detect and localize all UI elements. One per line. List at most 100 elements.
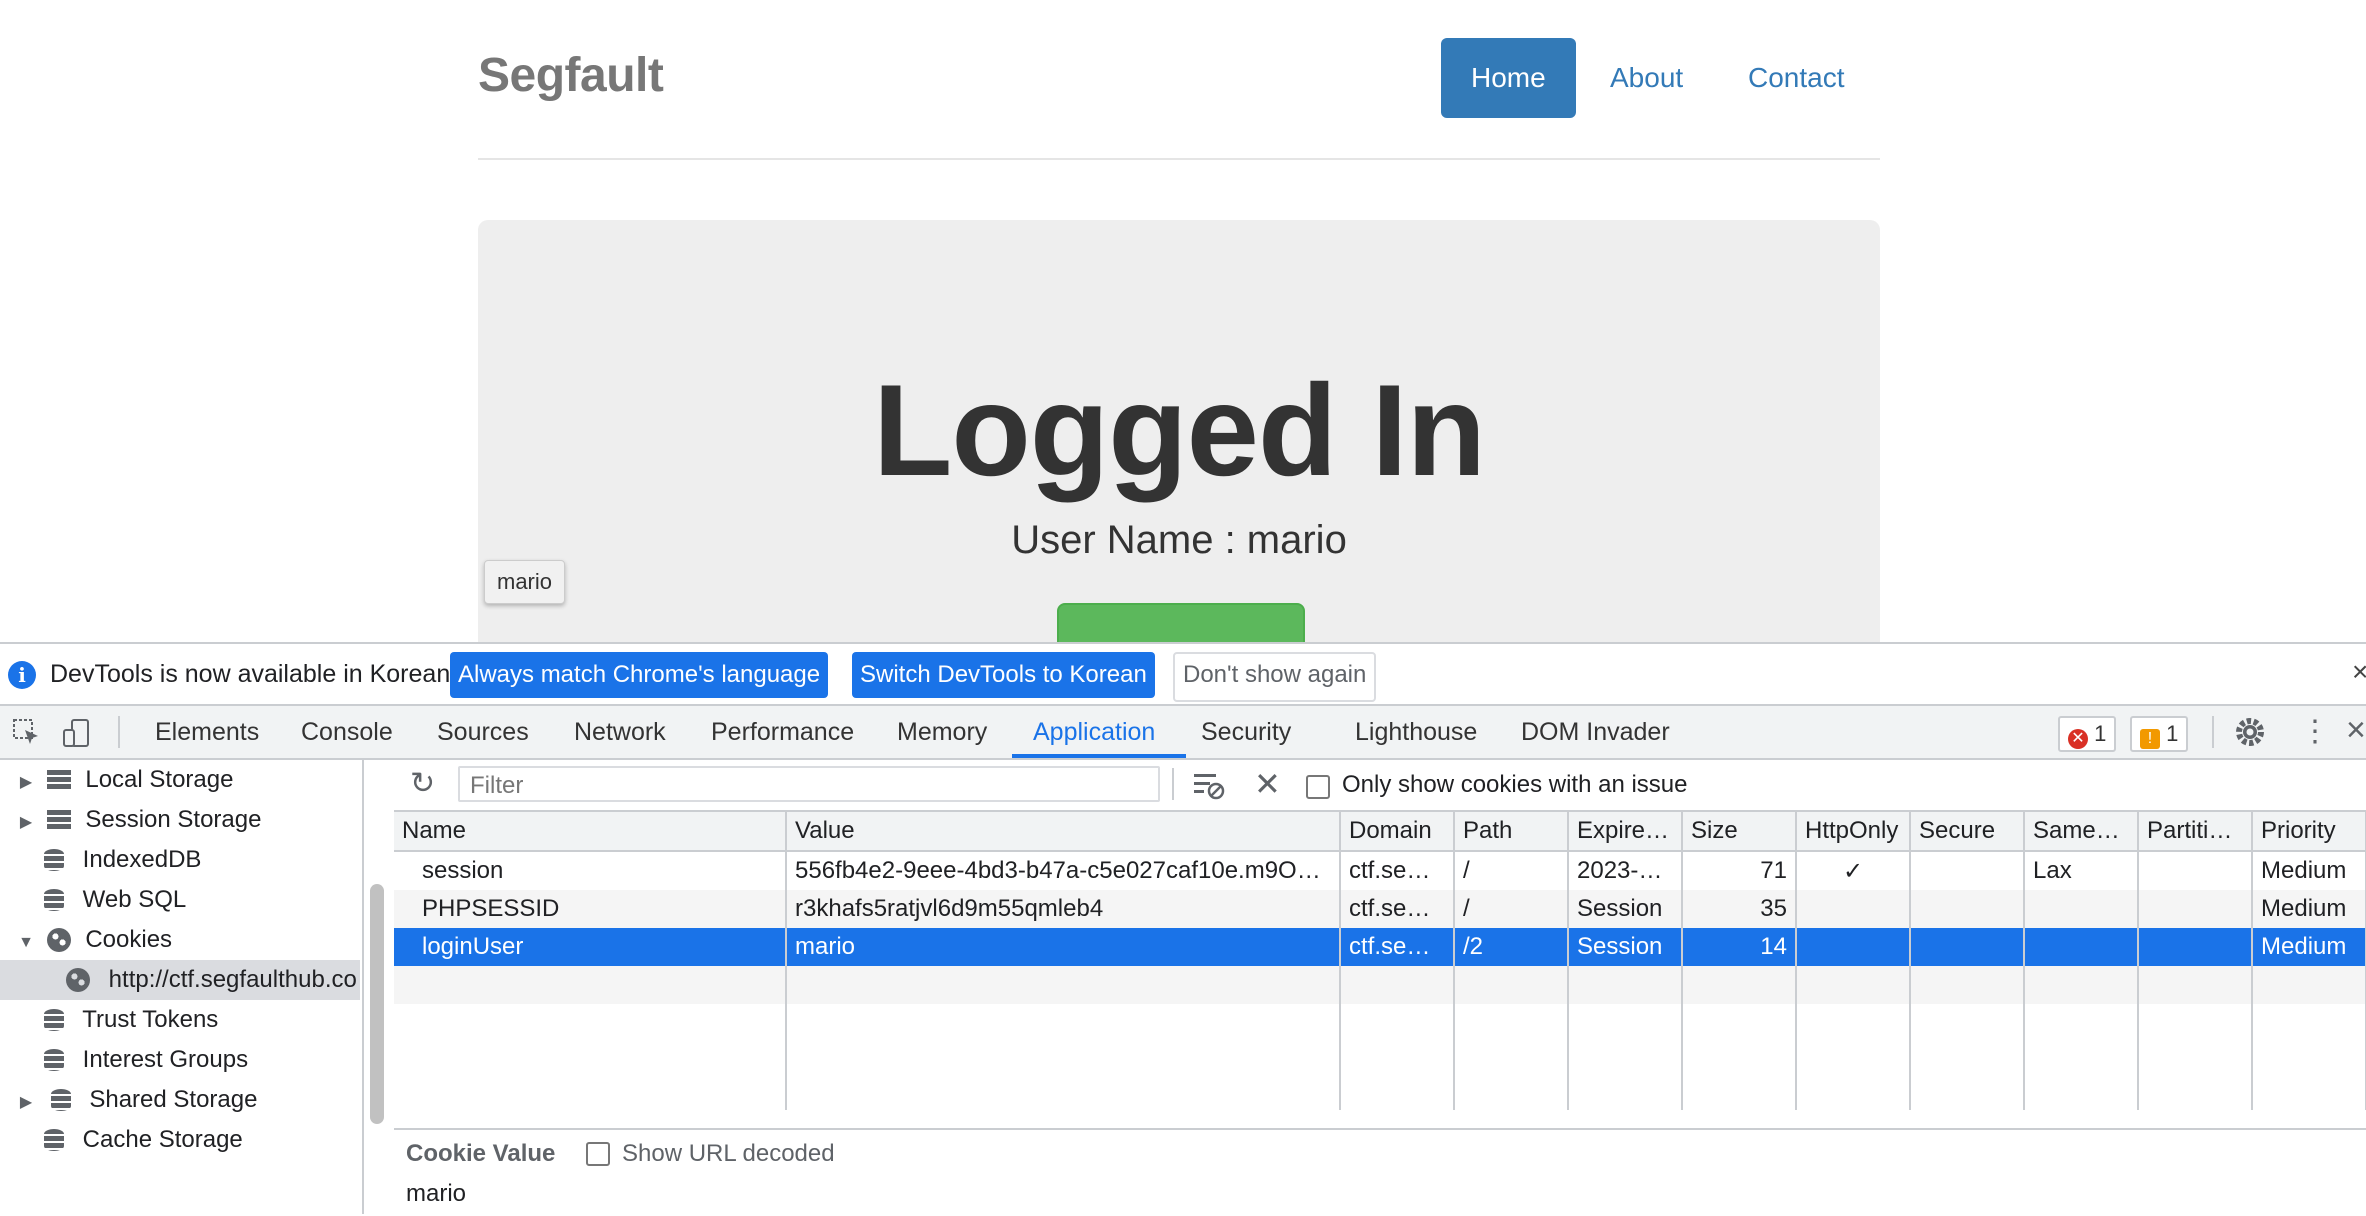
table-cell: [1910, 928, 2025, 966]
table-cell: [1454, 1004, 1569, 1110]
device-toolbar-icon[interactable]: [62, 718, 92, 748]
tab-sources[interactable]: Sources: [437, 706, 529, 758]
table-cell: [1568, 966, 1683, 1004]
sidebar-item-cache-storage[interactable]: Cache Storage: [0, 1120, 360, 1160]
sidebar-item-web-sql[interactable]: Web SQL: [0, 880, 360, 920]
sidebar-item-cookie-origin[interactable]: http://ctf.segfaulthub.co: [0, 960, 360, 1000]
sidebar-item-local-storage[interactable]: ▶ Local Storage: [0, 760, 360, 800]
table-row[interactable]: PHPSESSID r3khafs5ratjvl6d9m55qmleb4 ctf…: [394, 890, 2366, 928]
column-header[interactable]: Size: [1682, 812, 1797, 852]
table-cell: 71: [1682, 851, 1797, 890]
only-issues-checkbox[interactable]: [1306, 775, 1330, 799]
column-header[interactable]: Expire…: [1568, 812, 1683, 852]
column-header[interactable]: Name: [394, 812, 787, 852]
table-cell: Medium: [2252, 928, 2366, 966]
sidebar-item-label: Session Storage: [85, 806, 262, 833]
header-divider: [478, 158, 1880, 160]
nav-about[interactable]: About: [1580, 38, 1713, 118]
sidebar-item-cookies[interactable]: ▼ Cookies: [0, 920, 360, 960]
sidebar-item-label: Local Storage: [85, 766, 234, 793]
expand-arrow-icon[interactable]: ▶: [16, 1083, 36, 1123]
show-url-decoded-checkbox[interactable]: [586, 1142, 610, 1166]
column-header[interactable]: Secure: [1910, 812, 2025, 852]
error-count-badge[interactable]: ✕ 1: [2058, 716, 2117, 752]
database-icon: [44, 849, 64, 871]
table-cell: ✓: [1796, 851, 1911, 890]
column-header[interactable]: Domain: [1340, 812, 1455, 852]
settings-gear-icon[interactable]: [2234, 716, 2266, 748]
table-cell: ctf.se…: [1340, 928, 1455, 966]
close-devtools-icon[interactable]: ×: [2346, 710, 2366, 750]
nav-contact[interactable]: Contact: [1718, 38, 1875, 118]
table-cell: [2252, 966, 2366, 1004]
tab-security[interactable]: Security: [1201, 706, 1291, 758]
refresh-icon[interactable]: ↻: [410, 764, 435, 804]
column-header[interactable]: Value: [786, 812, 1341, 852]
table-cell: [786, 966, 1341, 1004]
warning-count-badge[interactable]: ! 1: [2130, 716, 2189, 752]
collapse-arrow-icon[interactable]: ▼: [16, 923, 36, 963]
tab-lighthouse[interactable]: Lighthouse: [1355, 706, 1477, 758]
table-cell: [1340, 1004, 1455, 1110]
table-cell: [1454, 966, 1569, 1004]
table-cell: r3khafs5ratjvl6d9m55qmleb4: [786, 890, 1341, 928]
logout-button[interactable]: [1057, 603, 1305, 642]
table-cell: [2138, 890, 2253, 928]
clear-filtered-icon[interactable]: [1192, 770, 1226, 800]
table-cell: [2138, 928, 2253, 966]
tab-application[interactable]: Application: [1033, 706, 1155, 758]
cookie-filter-input[interactable]: Filter: [458, 766, 1160, 802]
nav-home[interactable]: Home: [1441, 38, 1576, 118]
cookie-icon: [46, 928, 71, 952]
cookie-value-title: Cookie Value: [406, 1140, 556, 1167]
cookie-value-text[interactable]: mario: [406, 1180, 466, 1208]
table-row-selected[interactable]: loginUser mario ctf.se… /2 Session 14 Me…: [394, 928, 2366, 966]
table-cell: Medium: [2252, 851, 2366, 890]
brand-logo[interactable]: Segfault: [478, 48, 664, 103]
table-cell: [2138, 1004, 2253, 1110]
inspect-element-icon[interactable]: [12, 718, 42, 748]
close-icon[interactable]: ×: [2352, 656, 2366, 688]
table-cell: 35: [1682, 890, 1797, 928]
sidebar-item-indexeddb[interactable]: IndexedDB: [0, 840, 360, 880]
column-header[interactable]: Partiti…: [2138, 812, 2253, 852]
match-language-button[interactable]: Always match Chrome's language: [450, 652, 829, 698]
table-cell: /: [1454, 890, 1569, 928]
switch-korean-button[interactable]: Switch DevTools to Korean: [852, 652, 1155, 698]
sidebar-item-trust-tokens[interactable]: Trust Tokens: [0, 1000, 360, 1040]
database-icon: [44, 1129, 64, 1151]
table-cell: [2024, 928, 2139, 966]
devtools-panel: i DevTools is now available in Korean! A…: [0, 642, 2366, 1216]
column-header[interactable]: Priority: [2252, 812, 2366, 852]
dont-show-again-button[interactable]: Don't show again: [1173, 652, 1377, 702]
sidebar-item-label: Cache Storage: [82, 1126, 243, 1153]
table-cell: /2: [1454, 928, 1569, 966]
table-row[interactable]: session 556fb4e2-9eee-4bd3-b47a-c5e027ca…: [394, 851, 2366, 890]
sidebar-item-shared-storage[interactable]: ▶ Shared Storage: [0, 1080, 360, 1120]
tab-performance[interactable]: Performance: [711, 706, 854, 758]
table-cell: Medium: [2252, 890, 2366, 928]
table-cell: [1796, 928, 1911, 966]
column-header[interactable]: HttpOnly: [1796, 812, 1911, 852]
error-count: 1: [2094, 721, 2107, 746]
sidebar-item-label: IndexedDB: [82, 846, 202, 873]
table-cell: [2138, 851, 2253, 890]
sidebar-item-label: http://ctf.segfaulthub.co: [108, 966, 357, 993]
sidebar-item-session-storage[interactable]: ▶ Session Storage: [0, 800, 360, 840]
active-tab-indicator: [1012, 754, 1186, 758]
column-header[interactable]: Path: [1454, 812, 1569, 852]
sidebar-scrollbar[interactable]: [370, 884, 384, 1124]
clear-all-icon[interactable]: ✕: [1254, 764, 1281, 804]
tab-memory[interactable]: Memory: [897, 706, 987, 758]
tab-elements[interactable]: Elements: [155, 706, 259, 758]
tab-console[interactable]: Console: [301, 706, 393, 758]
web-page: Segfault Home About Contact Logged In Us…: [0, 0, 2366, 642]
tab-dom-invader[interactable]: DOM Invader: [1521, 706, 1670, 758]
tab-network[interactable]: Network: [574, 706, 666, 758]
table-cell: 2023-…: [1568, 851, 1683, 890]
sidebar-item-interest-groups[interactable]: Interest Groups: [0, 1040, 360, 1080]
more-options-icon[interactable]: ⋮: [2300, 712, 2330, 752]
expand-arrow-icon[interactable]: ▶: [16, 763, 36, 803]
column-header[interactable]: Same…: [2024, 812, 2139, 852]
expand-arrow-icon[interactable]: ▶: [16, 803, 36, 843]
